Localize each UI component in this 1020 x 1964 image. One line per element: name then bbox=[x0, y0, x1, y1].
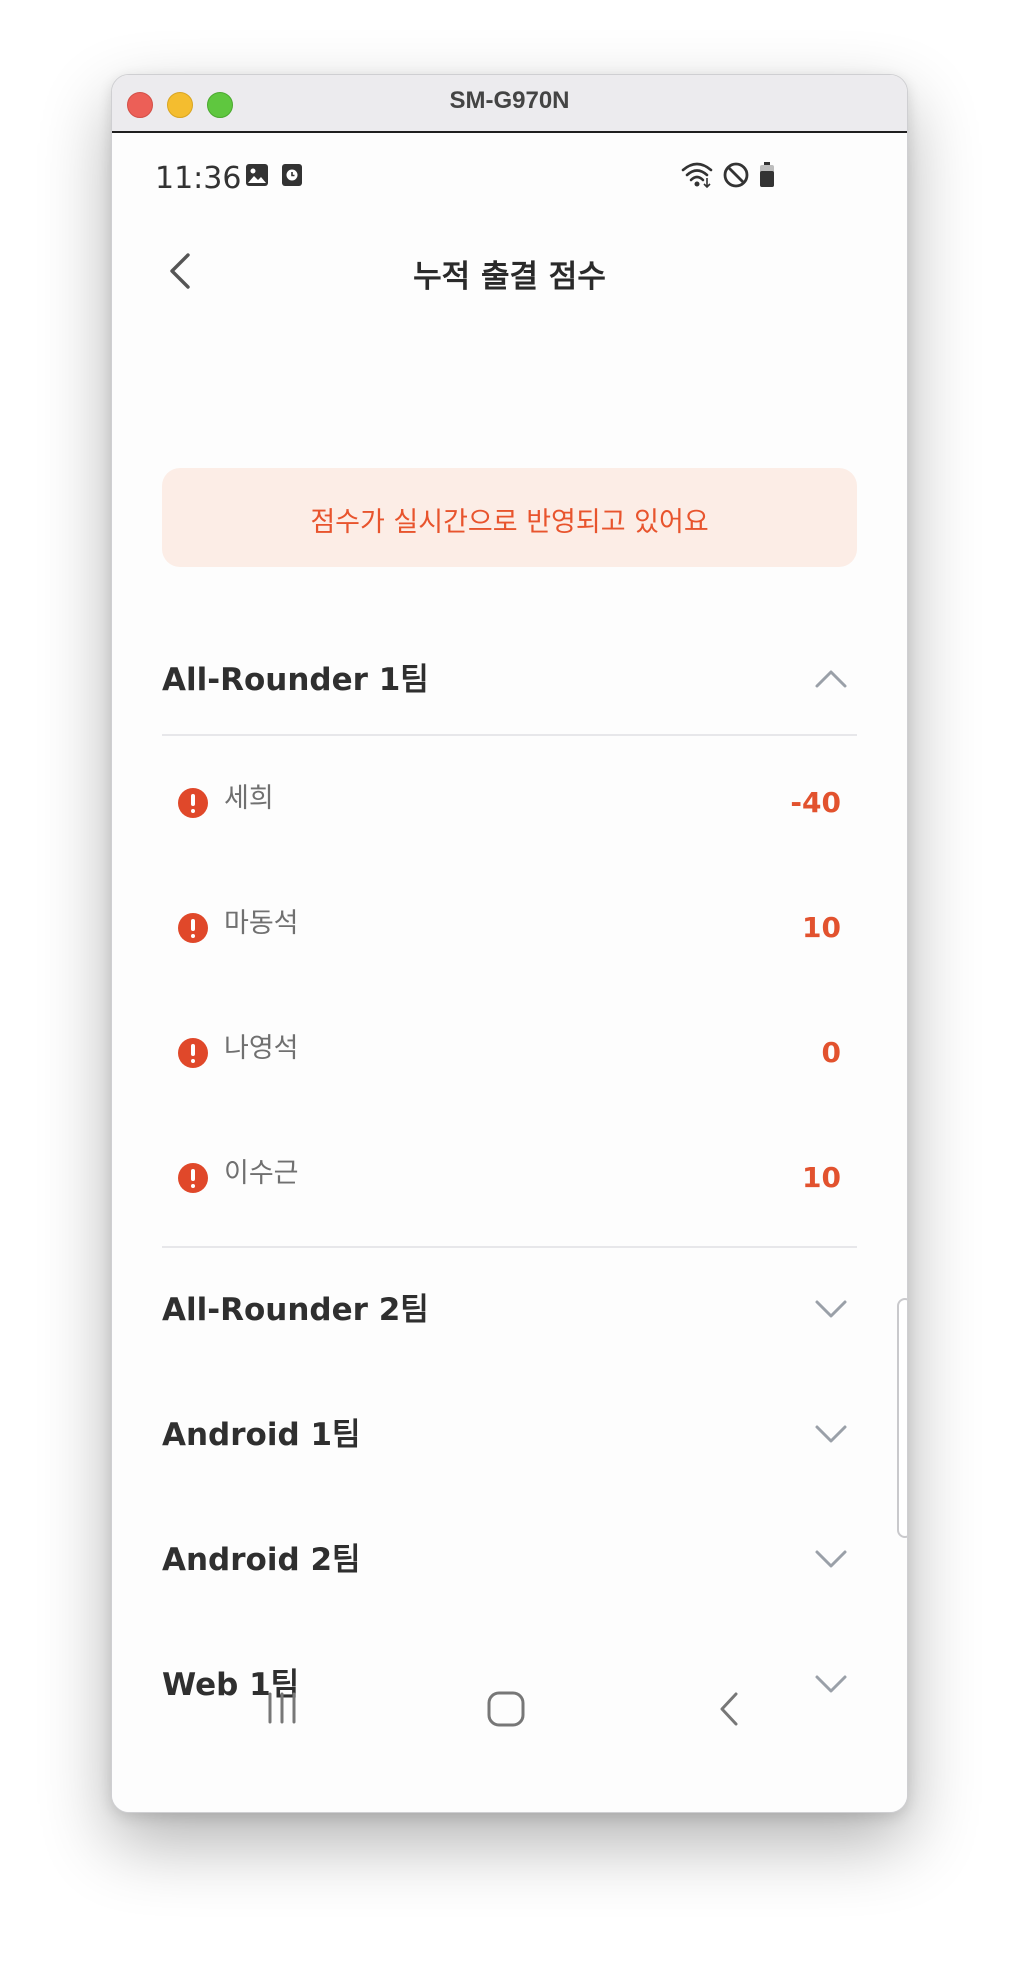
chevron-down-icon[interactable] bbox=[813, 1296, 849, 1322]
chevron-down-icon[interactable] bbox=[813, 1546, 849, 1572]
home-icon[interactable] bbox=[486, 1690, 526, 1728]
group-title: All-Rounder 1팀 bbox=[162, 662, 429, 698]
group-header-android-1[interactable]: Android 1팀 bbox=[162, 1385, 857, 1485]
group-header-all-rounder-2[interactable]: All-Rounder 2팀 bbox=[162, 1260, 857, 1360]
realtime-notice-banner: 점수가 실시간으로 반영되고 있어요 bbox=[162, 468, 857, 567]
member-row: 나영석 0 bbox=[162, 1001, 857, 1101]
group-title: All-Rounder 2팀 bbox=[162, 1292, 429, 1328]
member-name: 세희 bbox=[224, 783, 274, 814]
alarm-app-icon bbox=[282, 164, 302, 186]
battery-icon bbox=[760, 162, 774, 187]
member-row: 마동석 10 bbox=[162, 876, 857, 976]
member-row: 세희 -40 bbox=[162, 751, 857, 851]
page-title: 누적 출결 점수 bbox=[413, 259, 606, 295]
warning-icon bbox=[178, 1038, 208, 1068]
window-title: SM-G970N bbox=[449, 87, 570, 114]
scrollbar-thumb[interactable] bbox=[897, 1298, 907, 1538]
device-window: SM-G970N 11:36 누적 출결 점수 점수가 실시간으로 반영되고 있… bbox=[111, 74, 908, 1813]
member-score: 10 bbox=[802, 911, 841, 944]
group-title: Android 1팀 bbox=[162, 1417, 361, 1453]
member-name: 마동석 bbox=[224, 908, 299, 939]
do-not-disturb-icon bbox=[723, 162, 749, 188]
group-title: Android 2팀 bbox=[162, 1542, 361, 1578]
warning-icon bbox=[178, 1163, 208, 1193]
window-titlebar: SM-G970N bbox=[112, 75, 907, 133]
app-bar: 누적 출결 점수 bbox=[112, 223, 907, 323]
chevron-down-icon[interactable] bbox=[813, 1421, 849, 1447]
system-nav-bar bbox=[112, 1655, 907, 1775]
notice-text: 점수가 실시간으로 반영되고 있어요 bbox=[310, 507, 709, 538]
member-row: 이수근 10 bbox=[162, 1126, 857, 1226]
member-name: 나영석 bbox=[224, 1033, 299, 1064]
divider bbox=[162, 734, 857, 736]
member-score: 10 bbox=[802, 1161, 841, 1194]
warning-icon bbox=[178, 913, 208, 943]
member-name: 이수근 bbox=[224, 1158, 299, 1189]
phone-screen: 11:36 누적 출결 점수 점수가 실시간으로 반영되고 있어요 All-Ro… bbox=[112, 133, 907, 1812]
group-header-android-2[interactable]: Android 2팀 bbox=[162, 1510, 857, 1610]
member-score: 0 bbox=[821, 1036, 841, 1069]
status-time: 11:36 bbox=[155, 161, 242, 196]
group-header-all-rounder-1[interactable]: All-Rounder 1팀 bbox=[162, 630, 857, 730]
chevron-up-icon[interactable] bbox=[813, 666, 849, 692]
divider bbox=[162, 1246, 857, 1248]
member-score: -40 bbox=[790, 786, 841, 819]
status-bar: 11:36 bbox=[112, 133, 907, 223]
recent-apps-icon[interactable] bbox=[264, 1690, 300, 1726]
warning-icon bbox=[178, 788, 208, 818]
wifi-icon bbox=[681, 162, 713, 189]
image-icon bbox=[246, 164, 268, 186]
back-icon[interactable] bbox=[714, 1690, 744, 1728]
